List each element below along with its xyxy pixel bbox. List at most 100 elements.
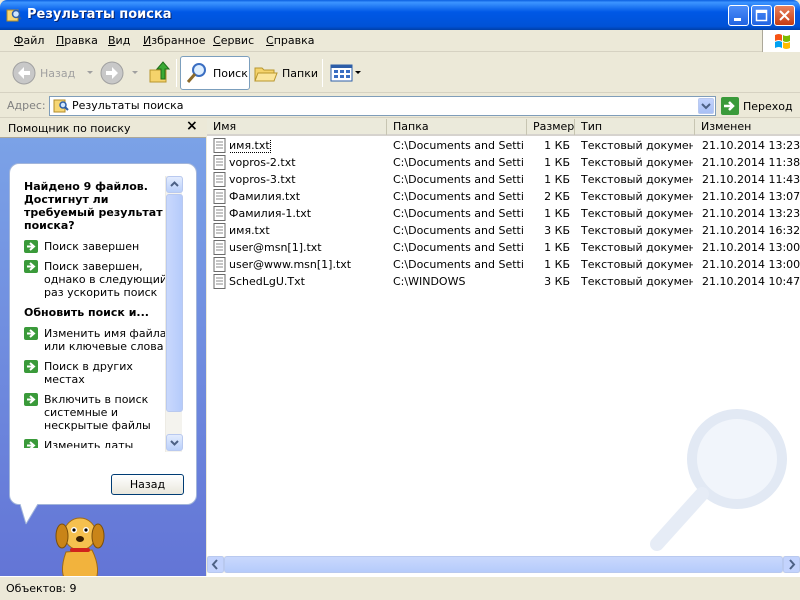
file-folder: C:\WINDOWS — [393, 275, 466, 288]
menu-edit[interactable]: Правка — [56, 34, 98, 47]
folders-button[interactable]: Папки — [254, 56, 318, 90]
column-header-modified[interactable]: Изменен — [695, 119, 800, 135]
table-row[interactable]: Фамилия-1.txt C:\Documents and Setti... … — [207, 205, 800, 222]
option-change-name[interactable]: Изменить имя файла или ключевые слова — [24, 327, 172, 353]
scroll-down-button[interactable] — [166, 434, 183, 451]
scroll-left-icon[interactable] — [207, 556, 224, 573]
back-label: Назад — [40, 66, 76, 80]
column-header-type[interactable]: Тип — [575, 119, 695, 135]
toolbar-separator — [322, 59, 323, 87]
file-folder: C:\Documents and Setti... — [393, 190, 523, 203]
file-name: vopros-2.txt — [229, 156, 296, 169]
menu-file[interactable]: Файл — [14, 34, 44, 47]
file-name: vopros-3.txt — [229, 173, 296, 186]
column-header-folder[interactable]: Папка — [387, 119, 527, 135]
file-folder: C:\Documents and Setti... — [393, 258, 523, 271]
option-change-dates[interactable]: Изменить даты создания или — [24, 439, 172, 448]
table-row[interactable]: vopros-2.txt C:\Documents and Setti... 1… — [207, 154, 800, 171]
back-button[interactable]: Назад — [12, 56, 97, 90]
file-type: Текстовый документ — [581, 156, 693, 169]
search-pane-background: Найдено 9 файлов. Достигнут ли требуемый… — [0, 138, 206, 588]
search-results-icon — [53, 99, 69, 113]
option-search-elsewhere[interactable]: Поиск в других местах — [24, 360, 172, 386]
forward-arrow-icon — [100, 61, 124, 85]
option-label: Поиск завершен — [44, 240, 140, 253]
scroll-thumb[interactable] — [166, 194, 183, 412]
file-name: имя.txt — [229, 224, 270, 237]
maximize-icon — [755, 9, 768, 22]
toolbar-separator — [176, 59, 177, 87]
file-name-text: имя.txt — [229, 139, 271, 153]
green-arrow-icon — [24, 393, 38, 406]
balloon-scrollbar[interactable] — [165, 176, 183, 452]
option-include-system[interactable]: Включить в поиск системные и нескрытые ф… — [24, 393, 172, 432]
search-button[interactable]: Поиск — [180, 56, 250, 90]
table-row[interactable]: user@msn[1].txt C:\Documents and Setti..… — [207, 239, 800, 256]
option-label: Включить в поиск системные и нескрытые ф… — [44, 393, 151, 432]
table-row[interactable]: user@www.msn[1].txt C:\Documents and Set… — [207, 256, 800, 273]
balloon-tail — [20, 504, 39, 525]
menu-tools[interactable]: Сервис — [213, 34, 254, 47]
minimize-button[interactable] — [728, 5, 749, 26]
file-size: 1 КБ — [544, 207, 570, 220]
option-label: Изменить даты создания или — [44, 439, 134, 448]
magnifier-watermark-icon — [650, 409, 787, 551]
up-folder-icon — [149, 61, 171, 83]
option-search-done[interactable]: Поиск завершен — [24, 240, 172, 253]
horizontal-scrollbar[interactable] — [207, 556, 800, 573]
file-type: Текстовый документ — [581, 275, 693, 288]
text-file-icon — [213, 138, 226, 153]
column-header-name[interactable]: Имя — [207, 119, 387, 135]
close-icon — [779, 10, 790, 21]
back-arrow-icon — [12, 61, 36, 85]
option-label: Поиск завершен, однако в следующий раз у… — [44, 260, 167, 299]
search-label: Поиск — [213, 66, 248, 80]
menu-view-label: ид — [115, 34, 131, 47]
up-folder-button[interactable] — [148, 56, 172, 90]
file-modified: 21.10.2014 13:23 — [702, 139, 800, 152]
file-modified: 21.10.2014 10:47 — [702, 275, 800, 288]
close-pane-icon[interactable]: × — [186, 118, 198, 134]
file-size: 3 КБ — [544, 224, 570, 237]
scroll-up-button[interactable] — [166, 176, 183, 193]
title-bar[interactable]: Результаты поиска — [0, 0, 800, 30]
text-file-icon — [213, 223, 226, 238]
option-search-done-speedup[interactable]: Поиск завершен, однако в следующий раз у… — [24, 260, 172, 299]
menu-favorites[interactable]: Избранное — [143, 34, 205, 47]
table-row[interactable]: имя.txt C:\Documents and Setti... 3 КБ Т… — [207, 222, 800, 239]
chevron-down-icon — [701, 103, 711, 110]
file-type: Текстовый документ — [581, 207, 693, 220]
table-row[interactable]: vopros-3.txt C:\Documents and Setti... 1… — [207, 171, 800, 188]
menu-tools-key: С — [213, 34, 221, 47]
column-header-row: Имя Папка Размер Тип Изменен — [207, 119, 800, 136]
file-name: Фамилия-1.txt — [229, 207, 312, 220]
menu-help[interactable]: Справка — [266, 34, 314, 47]
views-button[interactable] — [330, 56, 362, 90]
forward-button[interactable] — [100, 56, 142, 90]
balloon-content: Найдено 9 файлов. Достигнут ли требуемый… — [24, 180, 172, 448]
file-name: имя.txt — [229, 139, 389, 153]
address-dropdown-button[interactable] — [698, 98, 714, 114]
menu-tools-label: ервис — [220, 34, 255, 47]
scroll-right-icon[interactable] — [783, 556, 800, 573]
maximize-button[interactable] — [751, 5, 772, 26]
close-button[interactable] — [774, 5, 795, 26]
address-label: Адрес: — [7, 99, 46, 112]
table-row[interactable]: имя.txt C:\Documents and Setti... 1 КБ Т… — [207, 137, 800, 154]
horizontal-scroll-thumb[interactable] — [224, 556, 783, 573]
table-row[interactable]: SchedLgU.Txt C:\WINDOWS 3 КБ Текстовый д… — [207, 273, 800, 290]
menu-favorites-key: И — [143, 34, 152, 47]
address-bar: Адрес: Результаты поиска Переход — [0, 94, 800, 118]
address-value: Результаты поиска — [72, 99, 184, 112]
address-input[interactable]: Результаты поиска — [49, 96, 716, 116]
table-row[interactable]: Фамилия.txt C:\Documents and Setti... 2 … — [207, 188, 800, 205]
menu-help-key: С — [266, 34, 274, 47]
column-header-size[interactable]: Размер — [527, 119, 575, 135]
file-type: Текстовый документ — [581, 173, 693, 186]
minimize-icon — [734, 18, 741, 21]
menu-view[interactable]: Вид — [108, 34, 130, 47]
windows-logo — [762, 30, 800, 52]
back-pane-button[interactable]: Назад — [111, 474, 184, 495]
go-button[interactable]: Переход — [721, 97, 793, 115]
result-question: Найдено 9 файлов. Достигнут ли требуемый… — [24, 180, 163, 232]
